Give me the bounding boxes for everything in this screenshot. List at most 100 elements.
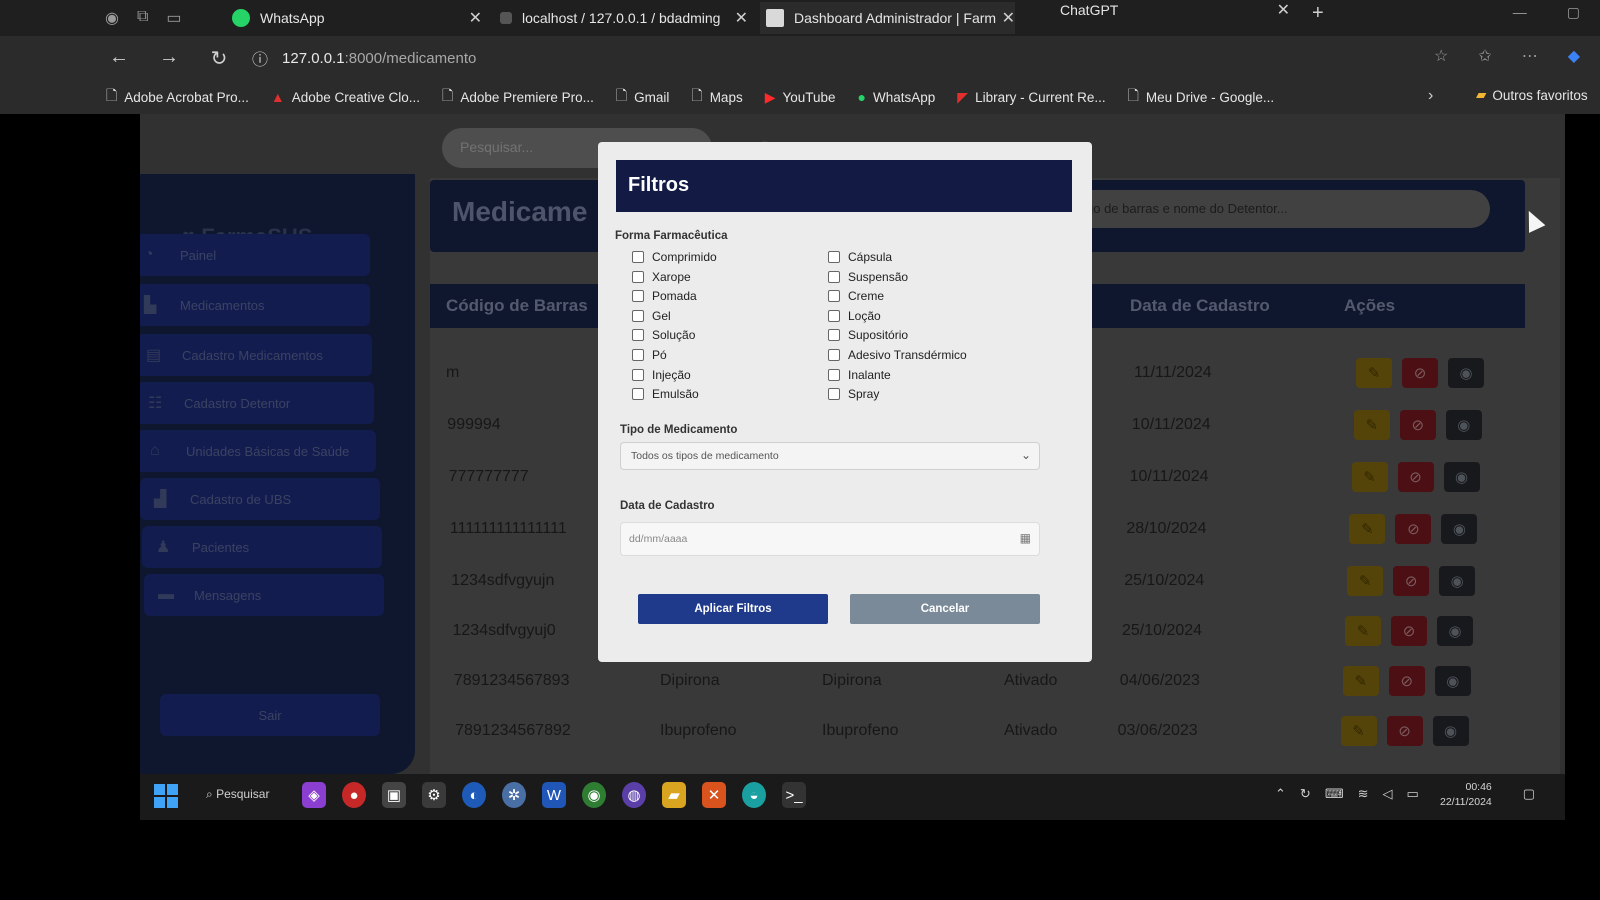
checkbox-p[interactable]: Pó <box>632 348 667 362</box>
more-menu-icon[interactable]: ⋯ <box>1522 46 1538 66</box>
reload-icon[interactable]: ↻ <box>196 46 242 71</box>
checkbox-spray[interactable]: Spray <box>828 387 879 401</box>
page-icon: 🗋 <box>106 87 118 103</box>
close-tab-icon[interactable]: ✕ <box>735 8 748 28</box>
checkbox[interactable] <box>632 388 644 401</box>
settings-app-icon[interactable]: ⚙ <box>422 782 446 808</box>
media-app-icon[interactable]: ● <box>342 782 366 808</box>
github-app-icon[interactable]: ◍ <box>622 782 646 808</box>
maximize-icon[interactable]: ▢ <box>1567 4 1580 21</box>
bookmark-whatsapp[interactable]: ● WhatsApp <box>858 89 936 105</box>
favorite-star-icon[interactable]: ☆ <box>1434 46 1448 66</box>
checkbox-comprimido[interactable]: Comprimido <box>632 250 717 264</box>
tab-whatsapp[interactable]: WhatsApp ✕ <box>232 2 482 34</box>
keyboard-icon[interactable]: ⌨ <box>1325 786 1344 802</box>
bookmark-adobe-acrobat[interactable]: 🗋 Adobe Acrobat Pro... <box>106 85 249 109</box>
back-icon[interactable]: ← <box>96 46 142 71</box>
checkbox-supositrio[interactable]: Supositório <box>828 328 908 342</box>
checkbox[interactable] <box>632 329 644 342</box>
checkbox-adesivotransdrmico[interactable]: Adesivo Transdérmico <box>828 348 967 362</box>
checkbox-emulso[interactable]: Emulsão <box>632 387 699 401</box>
apply-filters-button[interactable]: Aplicar Filtros <box>638 594 828 624</box>
profile-icon[interactable]: ◉ <box>105 8 119 28</box>
checkbox[interactable] <box>828 251 840 263</box>
checkbox[interactable] <box>828 290 840 303</box>
other-favorites[interactable]: ▰ Outros favoritos <box>1476 87 1588 103</box>
favorites-icon[interactable]: ✩ <box>1478 46 1491 66</box>
checkbox-xarope[interactable]: Xarope <box>632 270 691 284</box>
search-icon: ⌕ <box>206 787 213 801</box>
checkbox[interactable] <box>632 251 644 263</box>
tipo-medicamento-value: Todos os tipos de medicamento <box>631 450 779 462</box>
tab-phpmyadmin[interactable]: localhost / 127.0.0.1 / bdadming ✕ <box>500 2 748 34</box>
checkbox[interactable] <box>828 349 840 361</box>
bookmark-library[interactable]: ◤ Library - Current Re... <box>957 89 1105 106</box>
close-tab-icon[interactable]: ✕ <box>1277 0 1290 20</box>
notification-icon[interactable]: ▢ <box>1523 786 1535 802</box>
search-app-icon[interactable]: ◐ <box>462 782 486 808</box>
bookmark-maps[interactable]: 🗋 Maps <box>691 85 742 109</box>
bookmark-adobe-creative[interactable]: ▲ Adobe Creative Clo... <box>271 89 420 105</box>
tipo-medicamento-select[interactable]: Todos os tipos de medicamento ⌄ <box>620 442 1040 470</box>
checkbox-inalante[interactable]: Inalante <box>828 368 891 382</box>
checkbox[interactable] <box>828 270 840 283</box>
tab-actions-icon[interactable]: ▭ <box>166 8 181 28</box>
battery-icon[interactable]: ▭ <box>1406 786 1418 802</box>
site-info-icon[interactable]: ⓘ <box>252 46 268 70</box>
checkbox-creme[interactable]: Creme <box>828 289 884 303</box>
bookmark-gmail[interactable]: 🗋 Gmail <box>616 85 670 109</box>
tab-dashboard[interactable]: Dashboard Administrador | Farm ✕ <box>760 2 1015 34</box>
data-cadastro-input[interactable]: dd/mm/aaaa ▦ <box>620 522 1040 556</box>
store-app-icon[interactable]: ▣ <box>382 782 406 808</box>
chrome-app-icon[interactable]: ◉ <box>582 782 606 808</box>
bookmark-drive[interactable]: 🗋 Meu Drive - Google... <box>1128 85 1275 109</box>
wifi-icon[interactable]: ≋ <box>1358 786 1369 802</box>
checkbox-injeo[interactable]: Injeção <box>632 368 691 382</box>
file-explorer-icon[interactable]: ▰ <box>662 782 686 808</box>
calendar-icon[interactable]: ▦ <box>1020 531 1031 545</box>
close-tab-icon[interactable]: ✕ <box>469 8 482 28</box>
checkbox[interactable] <box>632 368 644 381</box>
checkbox-pomada[interactable]: Pomada <box>632 289 697 303</box>
checkbox[interactable] <box>828 309 840 322</box>
checkbox[interactable] <box>632 309 644 322</box>
new-tab-icon[interactable]: + <box>1312 2 1324 25</box>
checkbox[interactable] <box>828 388 840 401</box>
checkbox[interactable] <box>828 368 840 381</box>
checkbox-loo[interactable]: Loção <box>828 309 881 323</box>
checkbox[interactable] <box>828 329 840 342</box>
terminal-app-icon[interactable]: >_ <box>782 782 806 808</box>
cancel-button[interactable]: Cancelar <box>850 594 1040 624</box>
word-app-icon[interactable]: W <box>542 782 566 808</box>
workspaces-icon[interactable]: ⧉ <box>137 8 148 28</box>
checkbox-suspenso[interactable]: Suspensão <box>828 270 908 284</box>
chevron-right-icon[interactable]: › <box>1428 87 1433 105</box>
minimize-icon[interactable]: — <box>1513 4 1527 21</box>
copilot-icon[interactable]: ◆ <box>1568 46 1580 66</box>
system-tray: ▢ <box>1523 786 1535 802</box>
checkbox-soluo[interactable]: Solução <box>632 328 695 342</box>
bookmark-adobe-premiere[interactable]: 🗋 Adobe Premiere Pro... <box>442 85 594 109</box>
taskbar-apps: ◈ ● ▣ ⚙ ◐ ✲ W ◉ ◍ ▰ ✕ ◒ >_ <box>302 782 806 808</box>
url-field[interactable]: ⓘ 127.0.0.1:8000/medicamento <box>252 44 1362 72</box>
speaker-icon[interactable]: ◁ <box>1382 786 1392 802</box>
gear-app-icon[interactable]: ✲ <box>502 782 526 808</box>
checkbox-gel[interactable]: Gel <box>632 309 671 323</box>
edge-app-icon[interactable]: ◒ <box>742 782 766 808</box>
xampp-app-icon[interactable]: ✕ <box>702 782 726 808</box>
checkbox[interactable] <box>632 290 644 303</box>
sync-icon[interactable]: ↻ <box>1300 786 1311 802</box>
checkbox[interactable] <box>632 270 644 283</box>
bookmark-youtube[interactable]: ▶ YouTube <box>765 89 836 106</box>
chevron-up-icon[interactable]: ⌃ <box>1275 786 1286 802</box>
bookmarks-bar: 🗋 Adobe Acrobat Pro... ▲ Adobe Creative Cl… <box>0 80 1600 114</box>
windows-start-icon[interactable] <box>154 784 178 808</box>
checkbox[interactable] <box>632 349 644 361</box>
copilot-app-icon[interactable]: ◈ <box>302 782 326 808</box>
checkbox-cpsula[interactable]: Cápsula <box>828 250 892 264</box>
close-tab-icon[interactable]: ✕ <box>1002 8 1015 28</box>
tab-chatgpt[interactable]: ChatGPT ✕ <box>1060 0 1290 26</box>
taskbar-clock[interactable]: 00:46 22/11/2024 <box>1440 780 1492 810</box>
forward-icon[interactable]: → <box>146 46 192 71</box>
taskbar-search[interactable]: ⌕ Pesquisar <box>206 787 269 802</box>
